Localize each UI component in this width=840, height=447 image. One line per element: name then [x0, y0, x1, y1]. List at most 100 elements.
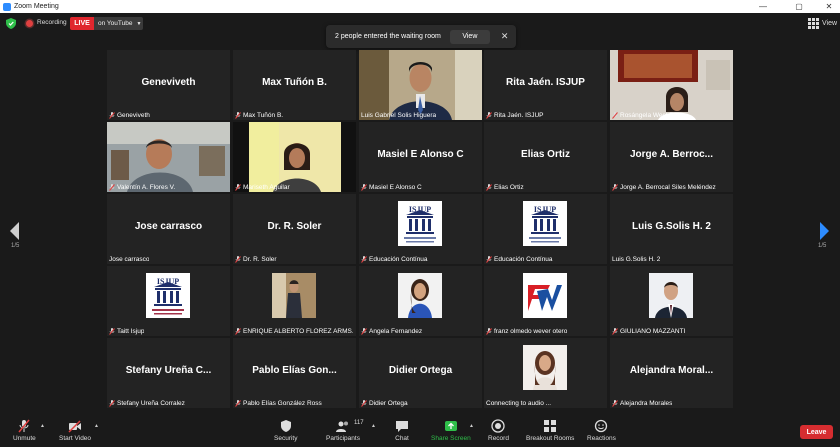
participant-display-name: Geneviveth — [141, 77, 196, 88]
record-button[interactable]: Record — [488, 419, 509, 442]
participant-video — [359, 50, 482, 120]
participant-tile[interactable]: Angela Fernandez — [359, 266, 482, 336]
participant-tile[interactable]: ISJUP Educación Contínua — [484, 194, 607, 264]
participant-name-label: ENRIQUE ALBERTO FLOREZ ARMS... — [235, 328, 353, 335]
waiting-room-view-button[interactable]: View — [449, 29, 490, 44]
breakout-rooms-button[interactable]: Breakout Rooms — [526, 419, 574, 442]
chevron-down-icon: ▼ — [136, 20, 142, 27]
participant-tile[interactable]: GIULIANO MAZZANTI — [610, 266, 733, 336]
record-label: Record — [488, 435, 509, 442]
participant-display-name: Jorge A. Berroc... — [630, 149, 713, 160]
page-indicator-left: 1/5 — [11, 243, 20, 249]
start-video-label: Start Video — [59, 435, 92, 442]
participant-tile[interactable]: Didier Ortega Didier Ortega — [359, 338, 482, 408]
view-button[interactable]: View — [808, 18, 837, 29]
participants-chevron-icon[interactable]: ▲ — [371, 423, 376, 429]
page-indicator-right: 1/5 — [818, 243, 827, 249]
muted-mic-icon — [361, 184, 367, 191]
participant-name-label: Mariseth Aguilar — [235, 184, 290, 191]
share-screen-button[interactable]: Share Screen — [431, 419, 471, 442]
participant-name-label: franz olmedo wever otero — [486, 328, 567, 335]
muted-mic-icon — [486, 256, 492, 263]
participant-name-label: Geneviveth — [109, 112, 150, 119]
participant-tile[interactable]: Stefany Ureña C... Stefany Ureña Corralez — [107, 338, 230, 408]
maximize-icon[interactable]: ▢ — [788, 0, 810, 13]
participant-tile[interactable]: Masiel E Alonso C Masiel E Alonso C — [359, 122, 482, 192]
participant-name-label: Angela Fernandez — [361, 328, 422, 335]
minimize-icon[interactable]: — — [752, 0, 774, 13]
muted-mic-icon — [235, 112, 241, 119]
muted-mic-icon — [235, 328, 241, 335]
start-video-button[interactable]: Start Video — [59, 419, 91, 442]
participant-name-label: Educación Contínua — [361, 256, 428, 263]
participant-tile[interactable]: Pablo Elías Gon... Pablo Elías González R… — [233, 338, 356, 408]
participant-video — [233, 122, 356, 192]
participant-display-name: Dr. R. Soler — [267, 221, 322, 232]
participant-name-text: Didier Ortega — [369, 400, 408, 407]
muted-mic-icon — [361, 400, 367, 407]
muted-mic-icon — [235, 400, 241, 407]
meeting-toolbar: Unmute ▲ Start Video ▲ Security Particip… — [0, 415, 840, 447]
participant-tile[interactable]: Jorge A. Berroc... Jorge A. Berrocal Sile… — [610, 122, 733, 192]
participant-video: ISJUP — [484, 194, 607, 264]
reactions-button[interactable]: Reactions — [587, 419, 616, 442]
muted-mic-icon — [109, 328, 115, 335]
participant-tile[interactable]: Valentín A. Flores V. — [107, 122, 230, 192]
recording-label: Recording — [37, 19, 67, 26]
participant-video — [233, 266, 356, 336]
participant-tile[interactable]: franz olmedo wever otero — [484, 266, 607, 336]
participant-tile[interactable]: Luis Gabriel Solis Higuera — [359, 50, 482, 120]
waiting-room-notification: 2 people entered the waiting room View ✕ — [326, 25, 516, 48]
previous-page-arrow-icon[interactable] — [8, 221, 22, 241]
participant-name-text: Pablo Elías González Ross — [243, 400, 322, 407]
stream-target-label: on YouTube — [98, 20, 133, 27]
security-button[interactable]: Security — [274, 419, 297, 442]
muted-microphone-icon — [18, 419, 30, 433]
participant-name-text: Connecting to audio ... — [486, 400, 552, 407]
view-label: View — [822, 20, 838, 27]
muted-mic-icon — [361, 328, 367, 335]
participant-tile[interactable]: Connecting to audio ... — [484, 338, 607, 408]
breakout-rooms-label: Breakout Rooms — [526, 435, 575, 442]
live-stream-menu[interactable]: on YouTube ▼ — [94, 17, 143, 30]
participant-tile[interactable]: Max Tuñón B. Max Tuñón B. — [233, 50, 356, 120]
close-icon[interactable]: ✕ — [818, 0, 840, 13]
participant-tile[interactable]: Geneviveth Geneviveth — [107, 50, 230, 120]
participant-tile[interactable]: Jose carrasco Jose carrasco — [107, 194, 230, 264]
chat-button[interactable]: Chat — [395, 419, 409, 442]
participant-display-name: Alejandra Moral... — [629, 365, 714, 376]
participant-tile[interactable]: ISJUP Educación Contínua — [359, 194, 482, 264]
participant-tile[interactable]: ISJUP Taitt Isjup — [107, 266, 230, 336]
participant-tile[interactable]: Rosángela West Ríos — [610, 50, 733, 120]
leave-button[interactable]: Leave — [800, 425, 833, 439]
video-off-icon — [68, 420, 82, 433]
unmute-button[interactable]: Unmute — [13, 419, 36, 442]
participant-display-name: Pablo Elías Gon... — [252, 365, 337, 376]
participant-name-text: Educación Contínua — [494, 256, 553, 263]
participant-name-text: Geneviveth — [117, 112, 150, 119]
breakout-rooms-icon — [544, 420, 557, 432]
encryption-shield-icon[interactable] — [6, 18, 16, 29]
participant-tile[interactable]: Luis G.Solis H. 2 Luis G.Solis H. 2 — [610, 194, 733, 264]
participant-name-text: ENRIQUE ALBERTO FLOREZ ARMS... — [243, 328, 353, 335]
participant-tile[interactable]: Alejandra Moral... Alejandra Morales — [610, 338, 733, 408]
live-badge: LIVE — [70, 17, 94, 30]
participant-display-name: Max Tuñón B. — [262, 77, 327, 88]
muted-mic-icon — [486, 184, 492, 191]
reactions-label: Reactions — [587, 435, 616, 442]
video-options-chevron-icon[interactable]: ▲ — [94, 423, 99, 429]
participant-tile[interactable]: Elias Ortiz Elias Ortiz — [484, 122, 607, 192]
participant-tile[interactable]: ENRIQUE ALBERTO FLOREZ ARMS... — [233, 266, 356, 336]
participant-tile[interactable]: Rita Jaén. ISJUP Rita Jaén. ISJUP — [484, 50, 607, 120]
share-options-chevron-icon[interactable]: ▲ — [469, 423, 474, 429]
participant-name-text: Jose carrasco — [109, 256, 150, 263]
close-icon[interactable]: ✕ — [501, 31, 509, 42]
audio-options-chevron-icon[interactable]: ▲ — [40, 423, 45, 429]
participant-name-text: Valentín A. Flores V. — [117, 184, 176, 191]
record-icon — [491, 419, 506, 433]
participant-tile[interactable]: Mariseth Aguilar — [233, 122, 356, 192]
next-page-arrow-icon[interactable] — [817, 221, 831, 241]
participant-name-text: Elias Ortiz — [494, 184, 524, 191]
participant-tile[interactable]: Dr. R. Soler Dr. R. Soler — [233, 194, 356, 264]
muted-mic-icon — [109, 400, 115, 407]
